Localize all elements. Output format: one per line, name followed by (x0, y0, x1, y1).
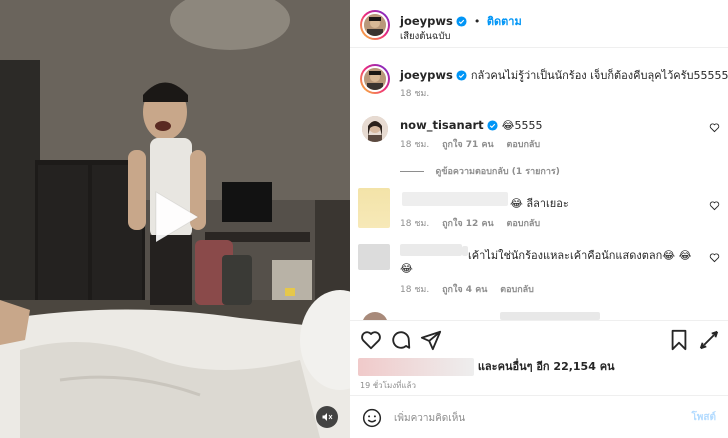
comment-input[interactable] (394, 410, 654, 426)
heart-icon[interactable] (709, 252, 720, 263)
comment-time: 18 ชม. (400, 140, 430, 150)
comment-row: now_tisanart 😂5555 18 ชม. ถูกใจ 71 คน ตอ… (350, 110, 728, 180)
heart-icon[interactable] (709, 122, 720, 133)
comment-time: 18 ชม. (400, 285, 430, 295)
post-comment-button[interactable]: โพสต์ (691, 410, 716, 425)
verified-icon (487, 120, 498, 134)
play-icon (155, 191, 199, 243)
emoji-icon[interactable] (362, 408, 382, 428)
add-comment-bar: โพสต์ (350, 395, 728, 438)
comment-text: เค้าไม่ใช่นักร้องแหละเค้าคือนักแสดงตลก😂 … (468, 249, 692, 262)
follow-button[interactable]: ติดตาม (487, 15, 522, 28)
more-icon[interactable] (698, 329, 720, 351)
video-player[interactable] (0, 0, 350, 438)
comment-row-partial (350, 312, 728, 320)
blurred-avatar (358, 244, 390, 270)
author-username[interactable]: joeypws (400, 14, 453, 28)
likes-summary[interactable]: และคนอื่นๆ อีก 22,154 คน (358, 357, 615, 376)
comment-meta: 18 ชม. ถูกใจ 12 คน ตอบกลับ (400, 216, 550, 230)
blurred-username (400, 244, 462, 256)
caption-text: กลัวคนไม่รู้ว่าเป็นนักร้อง เจ็บก็ต้องคีบ… (470, 69, 728, 82)
heart-icon[interactable] (709, 200, 720, 211)
caption-row: joeypws กลัวคนไม่รู้ว่าเป็นนักร้อง เจ็บก… (350, 60, 728, 100)
comment-meta: 18 ชม. ถูกใจ 71 คน ตอบกลับ (400, 137, 550, 151)
play-button[interactable] (146, 188, 204, 246)
post-header: joeypws • ติดตาม เสียงต้นฉบับ (350, 0, 728, 48)
comment-likes[interactable]: ถูกใจ 12 คน (442, 219, 494, 229)
post-actions: และคนอื่นๆ อีก 22,154 คน 19 ชั่วโมงที่แล… (350, 320, 728, 438)
commenter-username[interactable]: now_tisanart (400, 118, 484, 132)
blurred-liker (358, 358, 474, 376)
blurred-text (500, 312, 600, 320)
comment-icon[interactable] (390, 329, 412, 351)
separator-dot: • (473, 15, 481, 28)
reply-button[interactable]: ตอบกลับ (500, 285, 534, 295)
verified-icon (456, 16, 467, 30)
share-icon[interactable] (420, 329, 442, 351)
blurred-avatar (358, 188, 390, 228)
comment-row: 😂 ลีลาเยอะ 18 ชม. ถูกใจ 12 คน ตอบกลับ (350, 186, 728, 232)
mute-button[interactable] (316, 406, 338, 428)
view-replies[interactable]: ดูข้อความตอบกลับ (1 รายการ) (400, 164, 560, 178)
comment-time: 18 ชม. (400, 219, 430, 229)
comments-section: joeypws กลัวคนไม่รู้ว่าเป็นนักร้อง เจ็บก… (350, 48, 728, 320)
commenter-avatar[interactable] (362, 116, 388, 142)
post-side-panel: joeypws • ติดตาม เสียงต้นฉบับ joeypws กล (350, 0, 728, 438)
caption-time: 18 ชม. (400, 89, 430, 99)
author-avatar[interactable] (360, 10, 390, 40)
heart-icon[interactable] (360, 329, 382, 351)
comment-text-continued: 😂 (400, 262, 413, 275)
verified-icon (456, 70, 467, 84)
comment-likes[interactable]: ถูกใจ 71 คน (442, 140, 494, 150)
bookmark-icon[interactable] (668, 329, 690, 351)
likes-text: และคนอื่นๆ อีก 22,154 คน (477, 360, 615, 373)
commenter-avatar (362, 312, 388, 320)
comment-likes[interactable]: ถูกใจ 4 คน (442, 285, 487, 295)
comment-row: เค้าไม่ใช่นักร้องแหละเค้าคือนักแสดงตลก😂 … (350, 238, 728, 300)
view-replies-label[interactable]: ดูข้อความตอบกลับ (1 รายการ) (436, 167, 560, 177)
audio-label[interactable]: เสียงต้นฉบับ (400, 29, 450, 44)
blurred-username (402, 192, 508, 206)
reply-button[interactable]: ตอบกลับ (507, 219, 541, 229)
comment-text: 😂 ลีลาเยอะ (510, 197, 569, 210)
reply-button[interactable]: ตอบกลับ (507, 140, 541, 150)
replies-divider (400, 170, 424, 172)
caption-avatar[interactable] (360, 64, 390, 94)
post-time[interactable]: 19 ชั่วโมงที่แล้ว (360, 379, 416, 392)
comment-text: 😂5555 (501, 119, 543, 132)
mute-icon (322, 413, 333, 421)
comment-meta: 18 ชม. ถูกใจ 4 คน ตอบกลับ (400, 282, 544, 296)
caption-username[interactable]: joeypws (400, 68, 453, 82)
